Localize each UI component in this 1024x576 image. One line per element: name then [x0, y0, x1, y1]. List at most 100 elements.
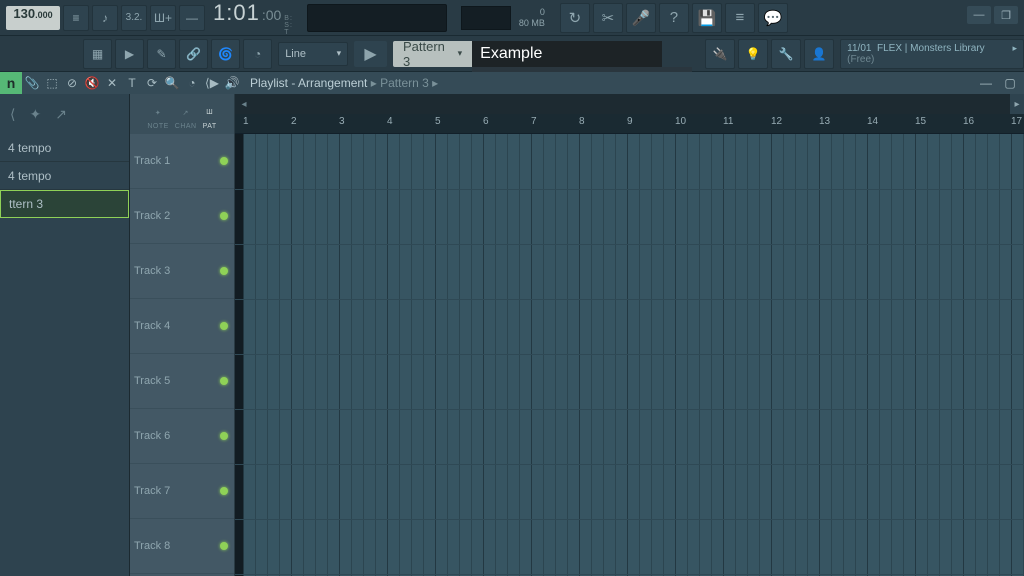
undo-icon[interactable]: ↻ — [560, 3, 590, 33]
song-position[interactable]: 1:01 :00 B:S:T — [213, 0, 293, 36]
output-meter — [307, 4, 447, 32]
cut-icon[interactable]: ✂ — [593, 3, 623, 33]
help-icon[interactable]: ? — [659, 3, 689, 33]
track-active-dot[interactable] — [220, 322, 228, 330]
window-max-icon[interactable]: ▢ — [1000, 73, 1020, 93]
track-header[interactable]: Track 7 — [130, 464, 234, 519]
sidebar-item[interactable]: 4 tempo — [0, 162, 129, 190]
track-header[interactable]: Track 4 — [130, 299, 234, 354]
pencil-icon[interactable]: ✎ — [147, 39, 176, 69]
track-name: Track 8 — [134, 540, 170, 552]
track-name: Track 7 — [134, 485, 170, 497]
automation-type-select[interactable]: Line▾ — [278, 42, 348, 66]
sidebar-tab-3[interactable]: ↗ — [55, 106, 67, 123]
track-header[interactable]: Track 8 — [130, 519, 234, 574]
track-header[interactable]: Track 5 — [130, 354, 234, 409]
tempo-dec: .000 — [35, 10, 53, 20]
volume-icon[interactable]: 🔊 — [222, 73, 242, 93]
track-header-column: ✦NOTE ↗CHAN ШPAT Track 1Track 2Track 3Tr… — [130, 94, 235, 576]
pos-main: 1:01 — [213, 0, 260, 26]
plugin-icon[interactable]: 🔌 — [705, 39, 735, 69]
zoom-icon[interactable]: 🔍 — [162, 73, 182, 93]
minus-icon[interactable]: — — [179, 5, 205, 31]
select-icon[interactable]: ⬚ — [42, 73, 62, 93]
track-header[interactable]: Track 2 — [130, 189, 234, 244]
trackhead-pat[interactable]: ШPAT — [203, 109, 217, 130]
tempo-int: 130 — [13, 6, 35, 21]
pos-sub: :00 — [262, 7, 281, 23]
ruler-number: 17 — [1011, 116, 1022, 127]
expand-icon[interactable]: ⟨▶ — [202, 73, 222, 93]
maximize-button[interactable]: ❐ — [994, 6, 1018, 24]
close-icon[interactable]: ✕ — [102, 73, 122, 93]
link-icon[interactable]: 🔗 — [179, 39, 208, 69]
sidebar-item[interactable]: 4 tempo — [0, 134, 129, 162]
trackhead-chan[interactable]: ↗CHAN — [175, 109, 197, 130]
window-title: Playlist - Arrangement — [250, 76, 367, 90]
timeline-ruler[interactable]: 1234567891011121314151617 — [235, 114, 1024, 134]
ruler-number: 9 — [627, 116, 633, 127]
note-icon[interactable]: ♪ — [92, 5, 118, 31]
track-active-dot[interactable] — [220, 487, 228, 495]
minimize-button[interactable]: — — [967, 6, 991, 24]
channel-rack-icon[interactable]: ▦ — [83, 39, 112, 69]
spiral-icon[interactable]: 🌀 — [211, 39, 240, 69]
ruler-number: 5 — [435, 116, 441, 127]
ruler-number: 6 — [483, 116, 489, 127]
track-header[interactable]: Track 6 — [130, 409, 234, 464]
knob-icon[interactable]: ◔ — [243, 39, 272, 69]
track-active-dot[interactable] — [220, 157, 228, 165]
piano-icon[interactable]: Ш+ — [150, 5, 176, 31]
tempo-display[interactable]: 130.000 — [6, 6, 60, 30]
playhead-start — [235, 134, 243, 576]
user-icon[interactable]: 👤 — [804, 39, 834, 69]
wrench-icon[interactable]: 🔧 — [771, 39, 801, 69]
pattern-rename-input[interactable] — [472, 41, 662, 67]
ruler-number: 13 — [819, 116, 830, 127]
ruler-number: 15 — [915, 116, 926, 127]
track-header[interactable]: Track 3 — [130, 244, 234, 299]
comment-icon[interactable]: 💬 — [758, 3, 788, 33]
browser-sidebar: ⟨ ✦ ↗ 4 tempo 4 tempo ttern 3 — [0, 94, 130, 576]
mute-icon[interactable]: 🔇 — [82, 73, 102, 93]
news-panel[interactable]: 11/01 FLEX | Monsters Library ▸ (Free) — [840, 39, 1024, 69]
breadcrumb-pattern[interactable]: Pattern 3 — [380, 76, 429, 90]
playlist-area[interactable]: ◂ ▸ 1234567891011121314151617 — [235, 94, 1024, 576]
play-icon[interactable]: ▶ — [115, 39, 144, 69]
text-icon[interactable]: T — [122, 73, 142, 93]
scroll-right-icon[interactable]: ▸ — [1010, 94, 1024, 114]
track-header[interactable]: Track 1 — [130, 134, 234, 189]
track-active-dot[interactable] — [220, 212, 228, 220]
play-button[interactable]: ▶ — [354, 41, 387, 67]
disable-icon[interactable]: ⊘ — [62, 73, 82, 93]
menu-icon[interactable]: ≡ — [725, 3, 755, 33]
pattern-icon[interactable]: ≡ — [63, 5, 89, 31]
playlist-grid[interactable] — [235, 134, 1024, 576]
app-logo[interactable]: n — [0, 72, 22, 94]
sidebar-tab-1[interactable]: ⟨ — [10, 106, 15, 123]
record-icon[interactable]: 🎤 — [626, 3, 656, 33]
ruler-number: 11 — [723, 116, 733, 127]
track-active-dot[interactable] — [220, 542, 228, 550]
ruler-number: 10 — [675, 116, 686, 127]
light-icon[interactable]: 💡 — [738, 39, 768, 69]
ruler-number: 12 — [771, 116, 782, 127]
trackhead-note[interactable]: ✦NOTE — [147, 109, 168, 130]
bst-label: B:S:T — [284, 15, 293, 36]
window-min-icon[interactable]: — — [976, 73, 996, 93]
sidebar-tab-2[interactable]: ✦ — [29, 106, 41, 123]
ruler-number: 4 — [387, 116, 393, 127]
track-active-dot[interactable] — [220, 377, 228, 385]
track-active-dot[interactable] — [220, 432, 228, 440]
sidebar-item-selected[interactable]: ttern 3 — [0, 190, 129, 218]
ruler-number: 1 — [243, 116, 249, 127]
scroll-left-icon[interactable]: ◂ — [235, 99, 253, 110]
snap-icon[interactable]: 📎 — [22, 73, 42, 93]
track-name: Track 5 — [134, 375, 170, 387]
time-sig-icon[interactable]: 3.2. — [121, 5, 147, 31]
loop-icon[interactable]: ⟳ — [142, 73, 162, 93]
save-icon[interactable]: 💾 — [692, 3, 722, 33]
pattern-label[interactable]: Pattern 3▾ — [393, 41, 472, 67]
knob2-icon[interactable]: ◔ — [182, 73, 202, 93]
track-active-dot[interactable] — [220, 267, 228, 275]
